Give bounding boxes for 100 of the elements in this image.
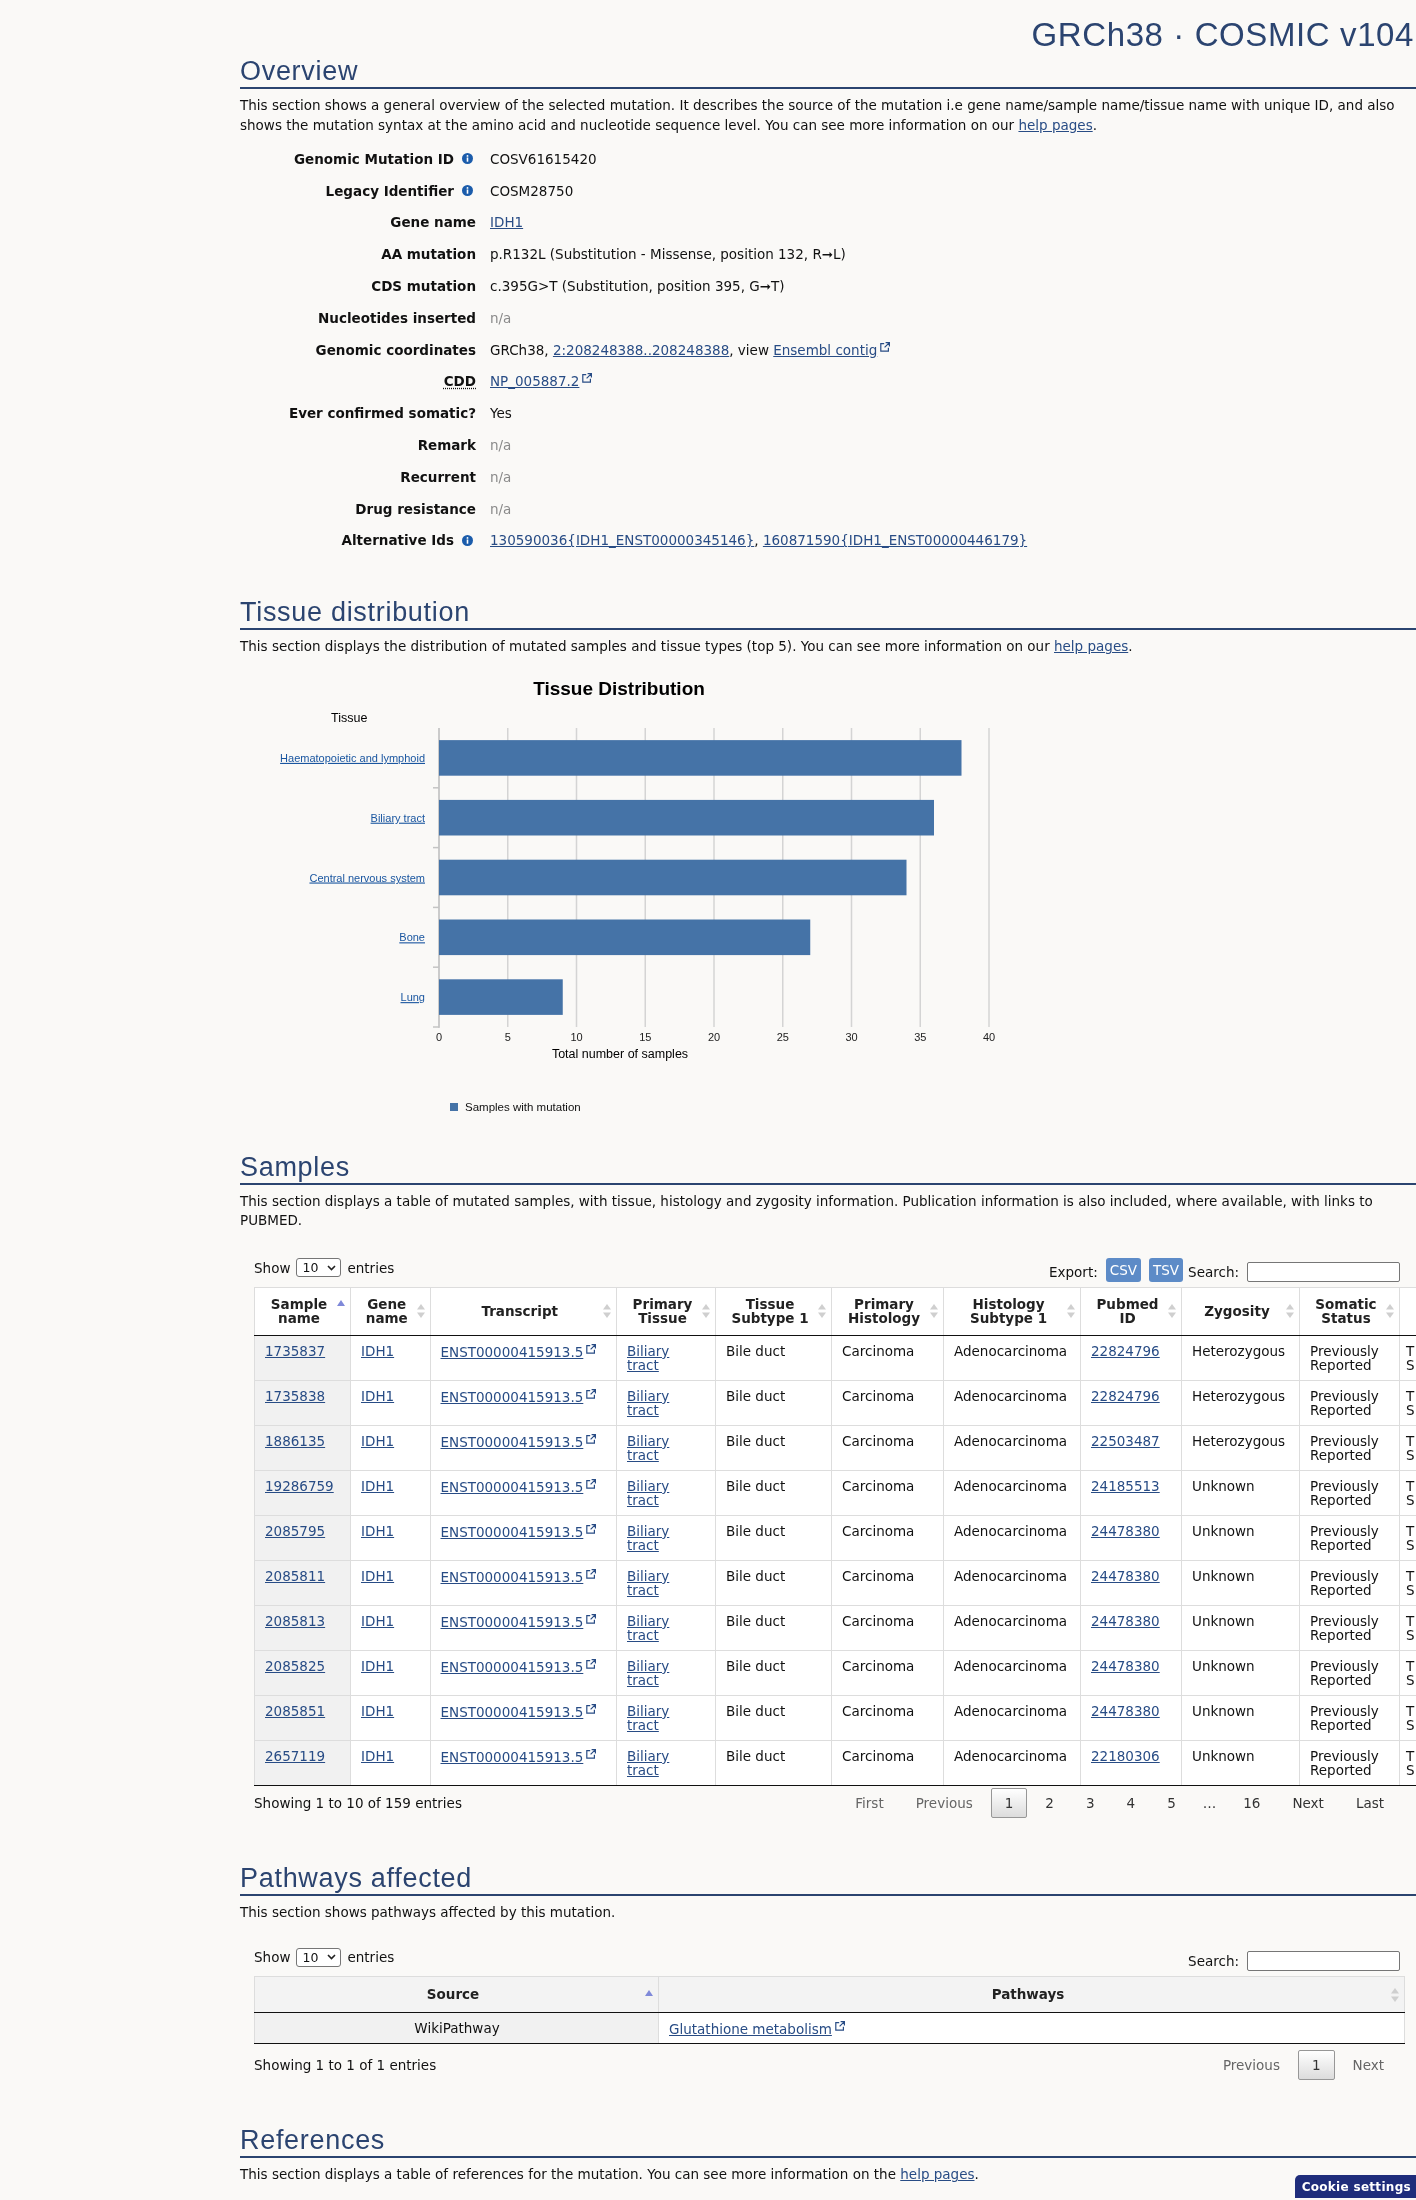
column-header[interactable]: Pubmed ID — [1080, 1287, 1182, 1336]
table-link[interactable]: ENST00000415913.5 — [440, 1703, 597, 1720]
sort-icon[interactable] — [702, 1304, 710, 1319]
table-link[interactable]: 1886135 — [265, 1433, 326, 1449]
sort-ascending-icon[interactable] — [337, 1299, 345, 1306]
help-link[interactable]: help pages — [900, 2166, 975, 2183]
table-link[interactable]: Biliary tract — [627, 1568, 699, 1598]
value-link[interactable]: 160871590{IDH1_ENST00000446179} — [762, 532, 1028, 549]
pagination-button[interactable]: 1 — [1297, 2050, 1335, 2081]
info-icon[interactable] — [462, 153, 473, 165]
sort-icon[interactable] — [1391, 1987, 1399, 2002]
table-link[interactable]: ENST00000415913.5 — [440, 1523, 597, 1540]
sort-icon[interactable] — [416, 1304, 425, 1319]
category-link[interactable]: Bone — [399, 931, 425, 944]
value-link[interactable]: Ensembl contig — [773, 341, 891, 358]
table-link[interactable]: IDH1 — [361, 1433, 395, 1449]
table-link[interactable]: 19286759 — [265, 1478, 334, 1494]
table-link[interactable]: 22503487 — [1091, 1433, 1160, 1449]
column-header[interactable]: Gene name — [350, 1287, 430, 1336]
table-link[interactable]: IDH1 — [361, 1613, 395, 1629]
entries-select[interactable]: 10 — [296, 1258, 342, 1278]
table-link[interactable]: 24185513 — [1091, 1478, 1160, 1494]
table-link[interactable]: 24478380 — [1091, 1523, 1160, 1539]
sort-icon[interactable] — [818, 1304, 826, 1319]
table-link[interactable]: ENST00000415913.5 — [440, 1478, 597, 1495]
sort-icon[interactable] — [1168, 1304, 1176, 1319]
info-icon[interactable] — [462, 534, 473, 546]
sort-icon[interactable] — [930, 1304, 938, 1319]
value-link[interactable]: NP_005887.2 — [490, 373, 593, 390]
table-link[interactable]: ENST00000415913.5 — [440, 1343, 597, 1360]
table-link[interactable]: IDH1 — [361, 1343, 395, 1359]
table-link[interactable]: 2085795 — [265, 1523, 326, 1539]
table-link[interactable]: 22824796 — [1091, 1343, 1160, 1359]
table-link[interactable]: Biliary tract — [627, 1433, 699, 1463]
value-link[interactable]: 2:208248388..208248388 — [552, 341, 730, 358]
table-link[interactable]: Biliary tract — [627, 1478, 699, 1508]
table-link[interactable]: Biliary tract — [627, 1388, 699, 1418]
table-link[interactable]: Biliary tract — [627, 1523, 699, 1553]
pagination-button[interactable]: Next — [1278, 1787, 1338, 1818]
table-link[interactable]: 2085811 — [265, 1568, 326, 1584]
table-link[interactable]: IDH1 — [361, 1523, 395, 1539]
column-header[interactable]: Source — [254, 1976, 659, 2013]
column-header[interactable]: Transcript — [430, 1287, 617, 1336]
table-link[interactable]: IDH1 — [361, 1388, 395, 1404]
table-link[interactable]: ENST00000415913.5 — [440, 1658, 597, 1675]
pagination-button[interactable]: 16 — [1229, 1787, 1275, 1818]
sort-ascending-icon[interactable] — [645, 1990, 653, 1997]
pagination-button[interactable]: 2 — [1031, 1787, 1068, 1818]
table-link[interactable]: 22824796 — [1091, 1388, 1160, 1404]
search-field[interactable] — [1247, 1261, 1400, 1282]
table-link[interactable]: IDH1 — [361, 1568, 395, 1584]
pagination-button[interactable]: Last — [1341, 1787, 1398, 1818]
column-header[interactable]: Somatic Status — [1299, 1287, 1400, 1336]
column-header[interactable]: Primary Histology — [831, 1287, 944, 1336]
value-link[interactable]: IDH1 — [490, 214, 524, 231]
table-link[interactable]: 2085851 — [265, 1703, 326, 1719]
table-link[interactable]: 22180306 — [1091, 1748, 1160, 1764]
pagination-button[interactable]: 5 — [1153, 1787, 1190, 1818]
table-link[interactable]: 24478380 — [1091, 1658, 1160, 1674]
table-link[interactable]: Biliary tract — [627, 1748, 699, 1778]
table-link[interactable]: Glutathione metabolism — [669, 2020, 845, 2037]
pagination-button[interactable]: 4 — [1112, 1787, 1150, 1818]
column-header[interactable]: Sample name — [254, 1287, 351, 1336]
sort-icon[interactable] — [603, 1304, 611, 1319]
table-link[interactable]: Biliary tract — [627, 1658, 699, 1688]
table-link[interactable]: 24478380 — [1091, 1613, 1160, 1629]
info-icon[interactable] — [462, 185, 473, 197]
table-link[interactable]: ENST00000415913.5 — [440, 1613, 597, 1630]
export-button[interactable]: CSV — [1105, 1257, 1141, 1282]
help-link[interactable]: help pages — [1018, 116, 1093, 133]
table-link[interactable]: 2085813 — [265, 1613, 326, 1629]
export-button[interactable]: TSV — [1149, 1257, 1184, 1282]
table-link[interactable]: ENST00000415913.5 — [440, 1568, 597, 1585]
column-header[interactable]: Pathways — [658, 1976, 1405, 2013]
table-link[interactable]: 2085825 — [265, 1658, 326, 1674]
table-link[interactable]: 1735837 — [265, 1343, 326, 1359]
table-link[interactable]: 2657119 — [265, 1748, 326, 1764]
column-header[interactable]: Zygosity — [1181, 1287, 1300, 1336]
table-link[interactable]: IDH1 — [361, 1478, 395, 1494]
sort-icon[interactable] — [1067, 1304, 1075, 1319]
pagination-button[interactable]: 3 — [1071, 1787, 1109, 1818]
table-link[interactable]: 1735838 — [265, 1388, 326, 1404]
table-link[interactable]: IDH1 — [361, 1748, 395, 1764]
sort-icon[interactable] — [1386, 1304, 1394, 1319]
cookie-settings-button[interactable]: Cookie settings — [1294, 2175, 1416, 2198]
sort-icon[interactable] — [1286, 1304, 1294, 1319]
table-link[interactable]: ENST00000415913.5 — [440, 1433, 597, 1450]
entries-select[interactable]: 10 — [296, 1947, 342, 1967]
search-field[interactable] — [1247, 1951, 1400, 1972]
category-link[interactable]: Lung — [400, 990, 425, 1003]
column-header[interactable]: Primary Tissue — [616, 1287, 716, 1336]
table-link[interactable]: 24478380 — [1091, 1568, 1160, 1584]
table-link[interactable]: ENST00000415913.5 — [440, 1748, 597, 1765]
category-link[interactable]: Haematopoietic and lymphoid — [280, 751, 425, 764]
table-link[interactable]: Biliary tract — [627, 1613, 699, 1643]
category-link[interactable]: Central nervous system — [309, 871, 425, 884]
category-link[interactable]: Biliary tract — [370, 811, 425, 824]
column-header[interactable]: Tissue Subtype 1 — [715, 1287, 832, 1336]
table-link[interactable]: 24478380 — [1091, 1703, 1160, 1719]
column-header[interactable]: Histology Subtype 1 — [943, 1287, 1081, 1336]
